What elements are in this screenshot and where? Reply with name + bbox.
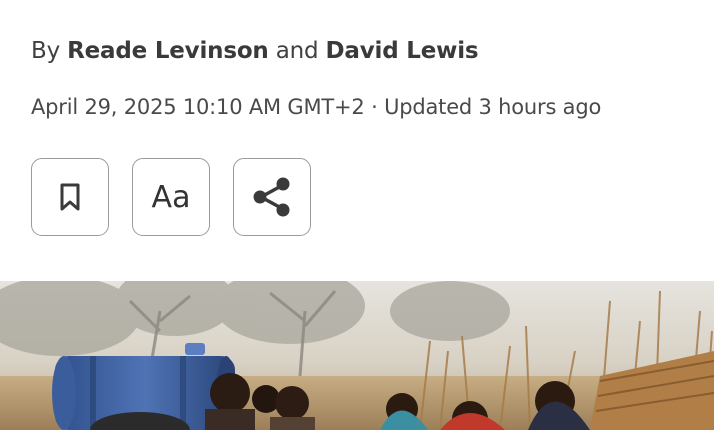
article-byline: By Reade Levinson and David Lewis (31, 38, 479, 64)
dateline-separator: · (371, 95, 378, 119)
article-lead-photo[interactable] (0, 281, 714, 430)
author-name-2[interactable]: David Lewis (326, 38, 479, 64)
bookmark-button[interactable] (31, 158, 109, 236)
article-actions: Aa (31, 158, 311, 236)
text-size-label: Aa (151, 179, 191, 215)
share-button[interactable] (233, 158, 311, 236)
share-icon (250, 175, 294, 219)
byline-conjunction: and (275, 38, 319, 64)
author-name-1[interactable]: Reade Levinson (67, 38, 269, 64)
article-dateline: April 29, 2025 10:10 AM GMT+2 · Updated … (31, 95, 601, 119)
publish-date: April 29, 2025 10:10 AM GMT+2 (31, 95, 365, 119)
byline-prefix: By (31, 38, 60, 64)
bookmark-icon (58, 182, 82, 212)
text-size-button[interactable]: Aa (132, 158, 210, 236)
updated-time: Updated 3 hours ago (384, 95, 602, 119)
